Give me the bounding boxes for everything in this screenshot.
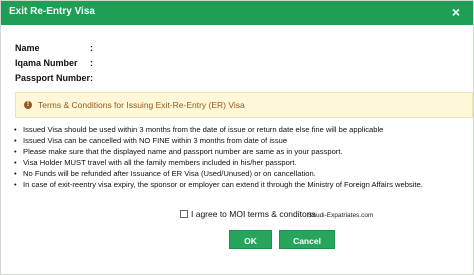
warning-icon: ! xyxy=(24,101,32,109)
terms-conditions-title: Terms & Conditions for Issuing Exit-Re-E… xyxy=(38,100,245,110)
dialog-titlebar: Exit Re-Entry Visa × xyxy=(1,1,473,25)
terms-item-text: No Funds will be refunded after Issuance… xyxy=(23,169,316,178)
ok-button[interactable]: OK xyxy=(229,230,272,249)
passport-number-label: Passport Number xyxy=(15,73,91,83)
terms-conditions-header: ! Terms & Conditions for Issuing Exit-Re… xyxy=(15,92,473,118)
terms-list-item: • Issued Visa should be used within 3 mo… xyxy=(14,124,469,135)
dialog-title: Exit Re-Entry Visa xyxy=(9,6,95,17)
name-colon: : xyxy=(90,43,93,53)
bullet-icon: • xyxy=(14,136,17,145)
terms-list-item: • In case of exit-reentry visa expiry, t… xyxy=(14,179,469,190)
close-icon[interactable]: × xyxy=(449,5,463,20)
terms-list-item: • No Funds will be refunded after Issuan… xyxy=(14,168,469,179)
terms-item-text: Issued Visa should be used within 3 mont… xyxy=(23,125,384,134)
bullet-icon: • xyxy=(14,158,17,167)
bullet-icon: • xyxy=(14,147,17,156)
exit-reentry-visa-dialog: Exit Re-Entry Visa × Name : Iqama Number… xyxy=(0,0,474,275)
terms-list-item: • Visa Holder MUST travel with all the f… xyxy=(14,157,469,168)
terms-agreement-checkbox[interactable] xyxy=(180,210,188,218)
terms-item-text: In case of exit-reentry visa expiry, the… xyxy=(23,180,423,189)
iqama-number-label: Iqama Number xyxy=(15,58,78,68)
terms-item-text: Visa Holder MUST travel with all the fam… xyxy=(23,158,297,167)
terms-list-item: • Please make sure that the displayed na… xyxy=(14,146,469,157)
site-watermark: Saudi-Expatriates.com xyxy=(308,212,374,219)
iqama-number-colon: : xyxy=(90,58,93,68)
terms-item-text: Issued Visa can be cancelled with NO FIN… xyxy=(23,136,288,145)
bullet-icon: • xyxy=(14,125,17,134)
bullet-icon: • xyxy=(14,169,17,178)
cancel-button[interactable]: Cancel xyxy=(279,230,335,249)
terms-list: • Issued Visa should be used within 3 mo… xyxy=(14,124,469,190)
terms-list-item: • Issued Visa can be cancelled with NO F… xyxy=(14,135,469,146)
terms-item-text: Please make sure that the displayed name… xyxy=(23,147,343,156)
passport-number-colon: : xyxy=(90,73,93,83)
terms-agreement-label[interactable]: I agree to MOI terms & conditons xyxy=(191,209,316,220)
name-label: Name xyxy=(15,43,40,53)
bullet-icon: • xyxy=(14,180,17,189)
